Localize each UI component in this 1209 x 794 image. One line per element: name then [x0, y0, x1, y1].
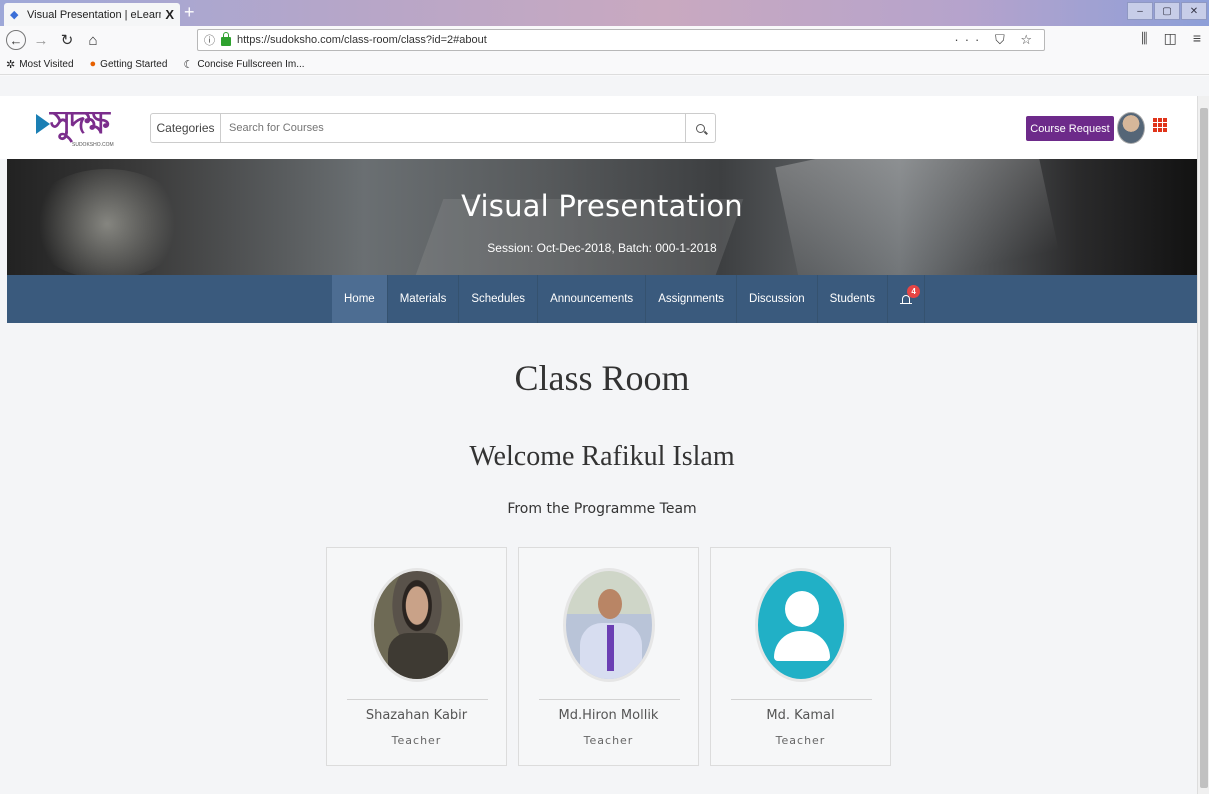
teacher-role: Teacher — [391, 734, 442, 747]
sidebar-icon[interactable]: ◫ — [1164, 30, 1177, 47]
tab-title: Visual Presentation | eLearning — [27, 8, 161, 21]
bookmark-label: Most Visited — [19, 58, 74, 70]
page-scrollbar[interactable] — [1197, 96, 1209, 794]
back-icon[interactable]: ← — [6, 30, 26, 50]
forward-icon[interactable]: → — [30, 29, 52, 51]
tab-materials[interactable]: Materials — [388, 275, 460, 323]
user-placeholder-icon — [755, 568, 847, 682]
notification-badge: 4 — [907, 285, 921, 298]
search-button[interactable] — [685, 114, 715, 142]
browser-toolbar: ← → ↻ ⌂ ⓘ https://sudoksho.com/class-roo… — [0, 26, 1209, 76]
play-triangle-icon — [36, 114, 50, 134]
apps-grid-icon[interactable] — [1153, 118, 1169, 132]
course-banner: Visual Presentation Session: Oct-Dec-201… — [7, 159, 1197, 275]
classroom-content: Class Room Welcome Rafikul Islam From th… — [7, 323, 1197, 794]
teacher-name: Shazahan Kabir — [365, 708, 468, 723]
menu-icon[interactable]: ≡ — [1193, 30, 1201, 47]
bookmarks-bar: ✲ Most Visited ● Getting Started ☾ Conci… — [0, 54, 1209, 75]
c-icon: ☾ — [183, 58, 194, 71]
course-title: Visual Presentation — [461, 189, 743, 223]
gear-icon: ✲ — [6, 58, 16, 71]
browser-titlebar: ◆ Visual Presentation | eLearning X + – … — [0, 0, 1209, 26]
toolbar-right: ⫼ ◫ ≡ — [1141, 30, 1201, 47]
categories-dropdown[interactable]: Categories — [151, 114, 221, 142]
course-request-button[interactable]: Course Request — [1026, 116, 1114, 141]
url-bar[interactable]: ⓘ https://sudoksho.com/class-room/class?… — [197, 29, 1045, 51]
team-card: Md. Kamal Teacher — [710, 547, 891, 766]
minimize-icon[interactable]: – — [1127, 2, 1153, 20]
page-title: Class Room — [514, 358, 690, 398]
tab-announcements[interactable]: Announcements — [538, 275, 647, 323]
team-subtitle: From the Programme Team — [507, 501, 697, 517]
info-icon[interactable]: ⓘ — [204, 32, 215, 48]
teacher-photo — [563, 568, 655, 682]
logo-subtext: SUDOKSHO.COM — [72, 142, 114, 148]
browser-tab[interactable]: ◆ Visual Presentation | eLearning X — [4, 3, 180, 26]
tab-home[interactable]: Home — [332, 275, 388, 323]
tab-close-icon[interactable]: X — [165, 7, 174, 22]
window-controls: – ▢ ✕ — [1127, 2, 1207, 20]
bookmark-getting-started[interactable]: ● Getting Started — [90, 58, 168, 70]
teacher-role: Teacher — [775, 734, 826, 747]
bookmark-most-visited[interactable]: ✲ Most Visited — [6, 58, 74, 71]
class-nav: Home Materials Schedules Announcements A… — [7, 275, 1197, 323]
page-actions-icon[interactable]: ··· ⛉ ☆ — [954, 32, 1038, 48]
bookmark-concise-fullscreen[interactable]: ☾ Concise Fullscreen Im... — [183, 58, 304, 71]
tab-schedules[interactable]: Schedules — [459, 275, 539, 323]
site-logo[interactable]: সুদক্ষ SUDOKSHO.COM — [36, 102, 116, 152]
course-search: Categories — [150, 113, 716, 143]
bookmark-label: Getting Started — [100, 58, 168, 70]
new-tab-button[interactable]: + — [184, 2, 195, 22]
graduation-cap-icon: ◆ — [10, 8, 19, 21]
lock-icon — [221, 31, 231, 46]
teacher-photo — [371, 568, 463, 682]
teacher-name: Md. Kamal — [766, 708, 835, 723]
bookmark-label: Concise Fullscreen Im... — [197, 58, 305, 70]
teacher-role: Teacher — [583, 734, 634, 747]
session-info: Session: Oct-Dec-2018, Batch: 000-1-2018 — [487, 241, 717, 255]
search-icon — [696, 123, 705, 133]
tab-students[interactable]: Students — [818, 275, 889, 323]
bell-icon: 4 — [900, 285, 921, 306]
logo-wordmark: সুদক্ষ — [50, 103, 110, 141]
welcome-heading: Welcome Rafikul Islam — [469, 441, 735, 472]
site-header: সুদক্ষ SUDOKSHO.COM Categories Course Re… — [0, 96, 1197, 159]
url-text[interactable]: https://sudoksho.com/class-room/class?id… — [237, 34, 954, 46]
firefox-icon: ● — [89, 58, 97, 70]
user-avatar[interactable] — [1117, 112, 1145, 144]
reload-icon[interactable]: ↻ — [56, 29, 78, 51]
tab-discussion[interactable]: Discussion — [737, 275, 818, 323]
tab-assignments[interactable]: Assignments — [646, 275, 738, 323]
library-icon[interactable]: ⫼ — [1141, 30, 1147, 47]
scrollbar-thumb[interactable] — [1200, 108, 1208, 788]
team-card: Md.Hiron Mollik Teacher — [518, 547, 699, 766]
maximize-icon[interactable]: ▢ — [1154, 2, 1180, 20]
home-icon[interactable]: ⌂ — [82, 29, 104, 51]
team-card: Shazahan Kabir Teacher — [326, 547, 507, 766]
tab-notifications[interactable]: 4 — [888, 275, 926, 323]
teacher-name: Md.Hiron Mollik — [558, 708, 659, 723]
close-window-icon[interactable]: ✕ — [1181, 2, 1207, 20]
search-input[interactable] — [221, 114, 685, 142]
